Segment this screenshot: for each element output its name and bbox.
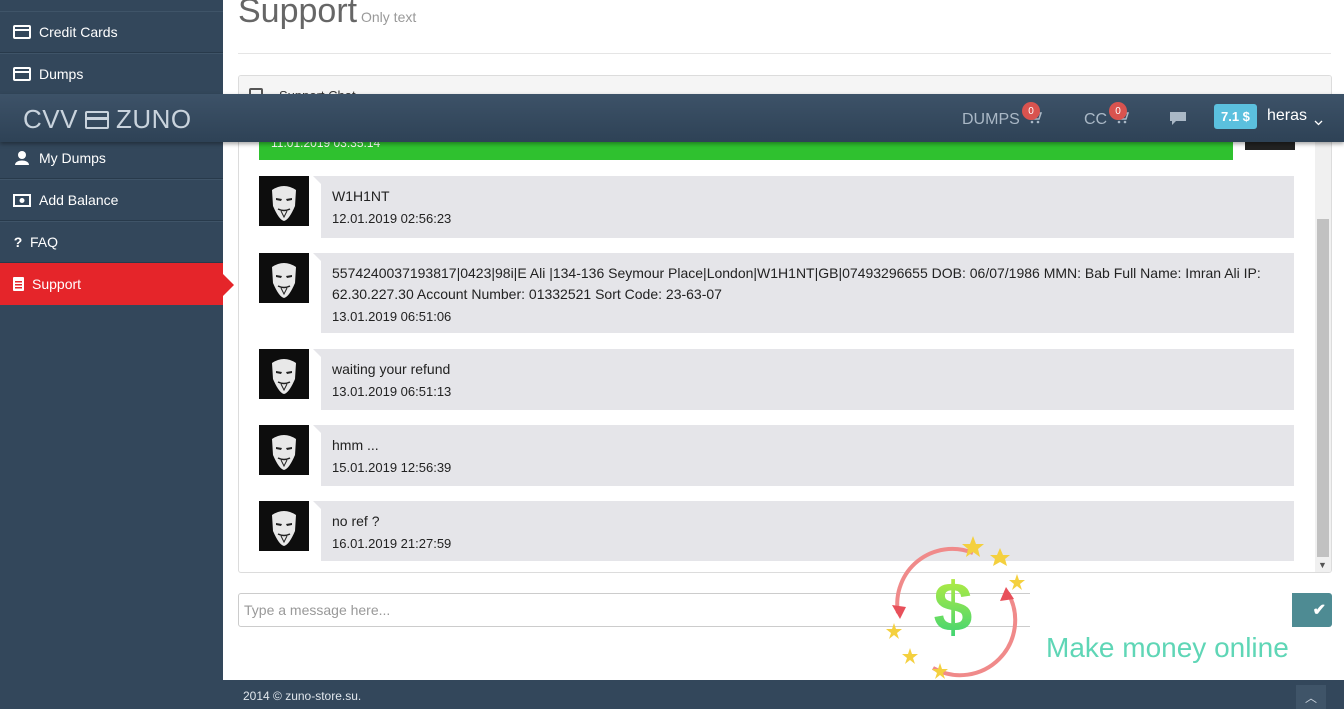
dumps-count-badge: 0 (1022, 102, 1040, 120)
sidebar-item-my-dumps[interactable]: My Dumps (0, 137, 223, 179)
message-text: hmm ... (332, 437, 379, 453)
sidebar-item-add-balance[interactable]: Add Balance (0, 179, 223, 221)
chevron-down-icon[interactable]: ▼ (1318, 560, 1327, 570)
footer: 2014 © zuno-store.su. ︿ (223, 680, 1344, 709)
page-title: Support (238, 0, 358, 30)
user-icon (12, 150, 32, 166)
message-bubble: no ref ? 16.01.2019 21:27:59 (313, 501, 1294, 561)
message-time: 15.01.2019 12:56:39 (332, 460, 452, 475)
sidebar-item-dumps[interactable]: Dumps (0, 53, 223, 95)
scroll-to-top-button[interactable]: ︿ (1296, 685, 1326, 709)
watermark-overlay (1030, 593, 1292, 627)
messages-link[interactable] (1169, 111, 1187, 131)
sidebar-item-label: My Dumps (39, 150, 106, 166)
dumps-label: DUMPS (962, 110, 1020, 128)
top-navbar: CVV ZUNO DUMPS 0 CC 0 7.1 $ heras (0, 94, 1344, 142)
message-bubble: W1H1NT 12.01.2019 02:56:23 (313, 176, 1294, 238)
message-text: 5574240037193817|0423|98i|E Ali |134-136… (332, 265, 1261, 302)
message-time: 13.01.2019 06:51:13 (332, 384, 452, 399)
message-text: waiting your refund (332, 361, 451, 377)
sidebar-item-label: Credit Cards (39, 24, 118, 40)
cc-count-badge: 0 (1109, 102, 1127, 120)
balance-badge[interactable]: 7.1 $ (1214, 104, 1257, 129)
brand-logo[interactable]: CVV ZUNO (23, 104, 192, 135)
chat-bubble-icon (1169, 111, 1187, 131)
credit-card-icon (12, 66, 32, 82)
brand-text-right: ZUNO (115, 104, 192, 134)
money-icon (12, 192, 32, 208)
user-menu[interactable]: heras (1267, 107, 1307, 125)
sidebar-item-faq[interactable]: ? FAQ (0, 221, 223, 263)
brand-text-left: CVV (23, 104, 78, 134)
sidebar-item-credit-cards[interactable]: Credit Cards (0, 11, 223, 53)
chat-scrollbar[interactable]: ▼ (1315, 112, 1331, 572)
sidebar-item-label: Add Balance (39, 192, 119, 208)
message-time: 16.01.2019 21:27:59 (332, 536, 452, 551)
chevron-down-icon[interactable] (1314, 113, 1323, 131)
avatar (259, 176, 309, 226)
watermark-tagline: Make money online (1046, 632, 1289, 663)
chevron-up-icon: ︿ (1304, 690, 1317, 705)
dollar-logo-icon: $ (886, 536, 1025, 679)
message-bubble: waiting your refund 13.01.2019 06:51:13 (313, 349, 1294, 410)
avatar (259, 501, 309, 551)
list-icon (12, 276, 24, 292)
message-time: 13.01.2019 06:51:06 (332, 309, 452, 324)
sidebar-item-label: Dumps (39, 66, 84, 82)
copyright-text: 2014 © zuno-store.su. (243, 689, 362, 703)
cc-cart-link[interactable]: CC 0 (1084, 102, 1130, 129)
message-text: no ref ? (332, 513, 380, 529)
sidebar-item-label: FAQ (30, 234, 59, 250)
message-text: W1H1NT (332, 188, 390, 204)
sidebar-item-support[interactable]: Support (0, 263, 234, 305)
message-bubble: hmm ... 15.01.2019 12:56:39 (313, 425, 1294, 486)
avatar (259, 253, 309, 303)
credit-card-icon (12, 24, 32, 40)
message-time: 12.01.2019 02:56:23 (332, 211, 452, 226)
support-chat-panel: Support Chat 11.01.2019 03:35:14 W1H1NT … (238, 75, 1332, 573)
send-button[interactable]: ✔ (1292, 593, 1332, 627)
page-subtitle: Only text (361, 9, 417, 25)
question-icon: ? (13, 234, 23, 250)
check-icon: ✔ (1312, 602, 1326, 619)
message-bubble: 5574240037193817|0423|98i|E Ali |134-136… (313, 253, 1294, 333)
sidebar-item-label: Support (32, 276, 82, 292)
cc-label: CC (1084, 110, 1108, 128)
scrollbar-thumb[interactable] (1317, 219, 1329, 557)
dumps-cart-link[interactable]: DUMPS 0 (962, 102, 1042, 129)
svg-text:$: $ (934, 568, 973, 646)
avatar (259, 425, 309, 475)
divider (238, 53, 1331, 54)
credit-card-icon (84, 110, 109, 129)
avatar (259, 349, 309, 399)
